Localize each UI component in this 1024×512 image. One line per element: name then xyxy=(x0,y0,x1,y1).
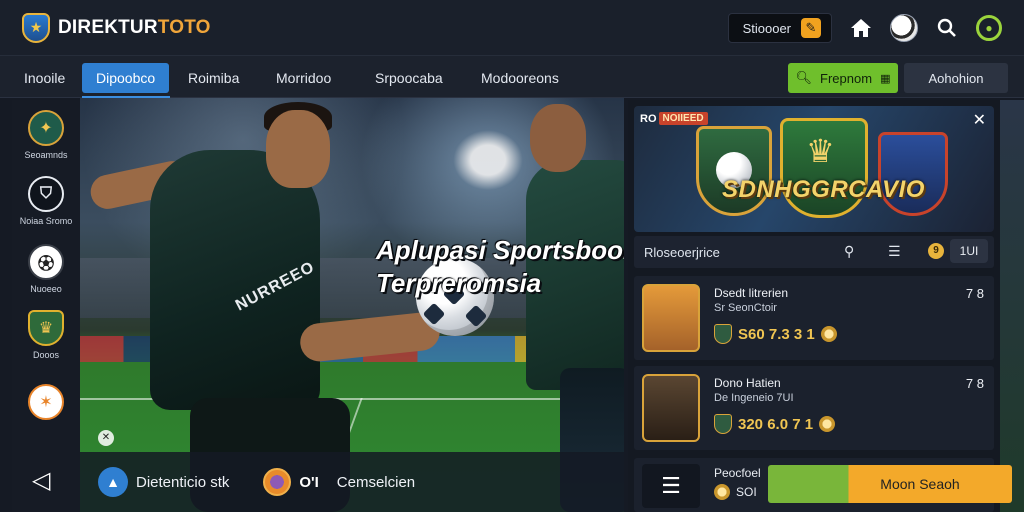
shield-icon: ⛉ xyxy=(28,176,64,212)
nav-item-5[interactable]: Modooreons xyxy=(473,63,567,93)
crest-icon: ♛ xyxy=(28,310,64,346)
main-search-button[interactable]: Moon Seaoh xyxy=(768,465,1012,503)
ball-icon: ⚽︎ xyxy=(28,244,64,280)
match-card[interactable]: Dsedt litrerien Sr SeonCtoir S60 7.3 3 1… xyxy=(634,276,994,360)
promo-button[interactable]: Stioooer ✎ xyxy=(727,13,832,43)
coin-icon xyxy=(819,416,836,432)
close-icon[interactable]: ✕ xyxy=(973,110,986,130)
trophy-icon: ✶ xyxy=(28,384,64,420)
sidebar-item-4[interactable]: ✶ xyxy=(12,384,80,420)
hero-title-line1: Aplupasi Sportsbook xyxy=(376,235,624,265)
card-score: 7 8 xyxy=(965,376,984,391)
navigation-icon[interactable]: ▲ xyxy=(98,467,128,497)
match-card[interactable]: Dono Hatien De Ingeneio 7UI 320 6.0 7 1 … xyxy=(634,366,994,450)
nav-item-2[interactable]: Roimiba xyxy=(180,63,247,93)
bottom-card-sub: SOI xyxy=(714,484,757,500)
grid-icon: ▦ xyxy=(880,72,891,85)
login-button[interactable]: Aohohion xyxy=(904,63,1008,93)
player-avatar xyxy=(642,374,700,442)
nav-item-0[interactable]: Inooile xyxy=(16,63,73,93)
background-edge xyxy=(1000,100,1024,512)
card-sub: De Ingeneio 7UI xyxy=(714,392,794,404)
shield-icon xyxy=(714,324,732,344)
register-label: Frepnom xyxy=(820,70,873,86)
close-icon[interactable]: ✕ xyxy=(98,430,114,446)
card-odds: S60 7.3 3 1 xyxy=(738,325,815,343)
shield-icon xyxy=(714,414,732,434)
promo-label: Stioooer xyxy=(742,20,791,36)
bottom-card-title: Peocfoel xyxy=(714,466,761,480)
card-name: Dsedt litrerien xyxy=(714,286,789,300)
promo-banner[interactable]: RO NOIIEED ✕ ♛ SDNHGGRCAVIO xyxy=(634,106,994,232)
brand-name: DIREKTURTOTO xyxy=(58,16,211,38)
home-icon[interactable] xyxy=(846,13,876,43)
player-head xyxy=(266,110,330,188)
sidebar-item-1[interactable]: ⛉ Noiaa Sromo xyxy=(12,176,80,226)
hero-bottom-text2[interactable]: Cemselcien xyxy=(337,474,415,491)
register-button[interactable]: 🔍︎ Frepnom ▦ xyxy=(788,63,898,93)
sidebar-item-0[interactable]: ✦ Seoamnds xyxy=(12,110,80,160)
sidebar-item-2[interactable]: ⚽︎ Nuoeeo xyxy=(12,244,80,294)
shield-logo-icon: ★ xyxy=(22,12,50,43)
card-sub: Sr SeonCtoir xyxy=(714,302,777,314)
toolbar-label: Rloseoerjrice xyxy=(644,244,720,260)
hero-title-line2: Terpreromsia xyxy=(376,268,542,298)
coin-icon: 9 xyxy=(928,243,944,259)
player-head xyxy=(530,104,586,172)
hero-bottom-text[interactable]: Dietenticio stk xyxy=(136,474,229,491)
hero-bottom-number: O'I xyxy=(299,473,319,491)
brand-logo[interactable]: ★ DIREKTURTOTO xyxy=(22,12,211,43)
nav-item-1[interactable]: Dipoobco xyxy=(82,63,170,93)
hero-banner[interactable]: NURREEO Aplupasi Sportsbook Terpreromsia xyxy=(80,98,624,512)
banner-title: SDNHGGRCAVIO xyxy=(722,176,925,203)
ball-icon[interactable] xyxy=(890,14,918,42)
coin-icon xyxy=(820,326,837,342)
pencil-icon: ✎ xyxy=(801,18,821,38)
badge-icon xyxy=(263,468,292,496)
card-odds-row: 320 6.0 7 1 xyxy=(714,414,836,434)
search-icon[interactable] xyxy=(932,13,962,43)
main-nav: Inooile Dipoobco Roimiba Morridoo Srpooc… xyxy=(0,56,1024,98)
sidebar-item-3[interactable]: ♛ Dooos xyxy=(12,310,80,360)
card-odds-row: S60 7.3 3 1 xyxy=(714,324,837,344)
team-crest-image xyxy=(642,284,700,352)
left-sidebar: ✦ Seoamnds ⛉ Noiaa Sromo ⚽︎ Nuoeeo ♛ Doo… xyxy=(12,100,80,512)
top-bar: ★ DIREKTURTOTO Stioooer ✎ ● xyxy=(0,0,1024,56)
hamburger-icon[interactable]: ☰ xyxy=(642,464,700,508)
coin-icon xyxy=(714,484,730,500)
badge-icon: ✦ xyxy=(28,110,64,146)
hero-bottom-bar: ▲ Dietenticio stk O'I Cemselcien xyxy=(80,452,624,512)
crown-icon: ♛ xyxy=(806,133,835,169)
sidebar-item-label: Dooos xyxy=(32,350,59,360)
hero-title: Aplupasi Sportsbook Terpreromsia xyxy=(376,234,624,300)
menu-lines-icon[interactable]: ☰ xyxy=(888,243,901,260)
sidebar-item-label: Nuoeeo xyxy=(30,284,62,294)
back-arrow-icon[interactable]: ◁ xyxy=(32,468,58,494)
profile-icon[interactable]: ● xyxy=(976,15,1002,41)
nav-item-4[interactable]: Srpoocaba xyxy=(367,63,451,93)
nav-item-3[interactable]: Morridoo xyxy=(268,63,339,93)
card-odds: 320 6.0 7 1 xyxy=(738,415,814,433)
toolbar-pill[interactable]: 1UI xyxy=(950,239,988,263)
card-name: Dono Hatien xyxy=(714,376,781,390)
banner-tag: RO NOIIEED xyxy=(640,112,708,125)
search-icon: 🔍︎ xyxy=(795,70,813,85)
card-score: 7 8 xyxy=(965,286,984,301)
sidebar-item-label: Seoamnds xyxy=(24,150,68,160)
link-icon[interactable]: ⚲ xyxy=(844,243,854,260)
sidebar-item-label: Noiaa Sromo xyxy=(19,216,73,226)
